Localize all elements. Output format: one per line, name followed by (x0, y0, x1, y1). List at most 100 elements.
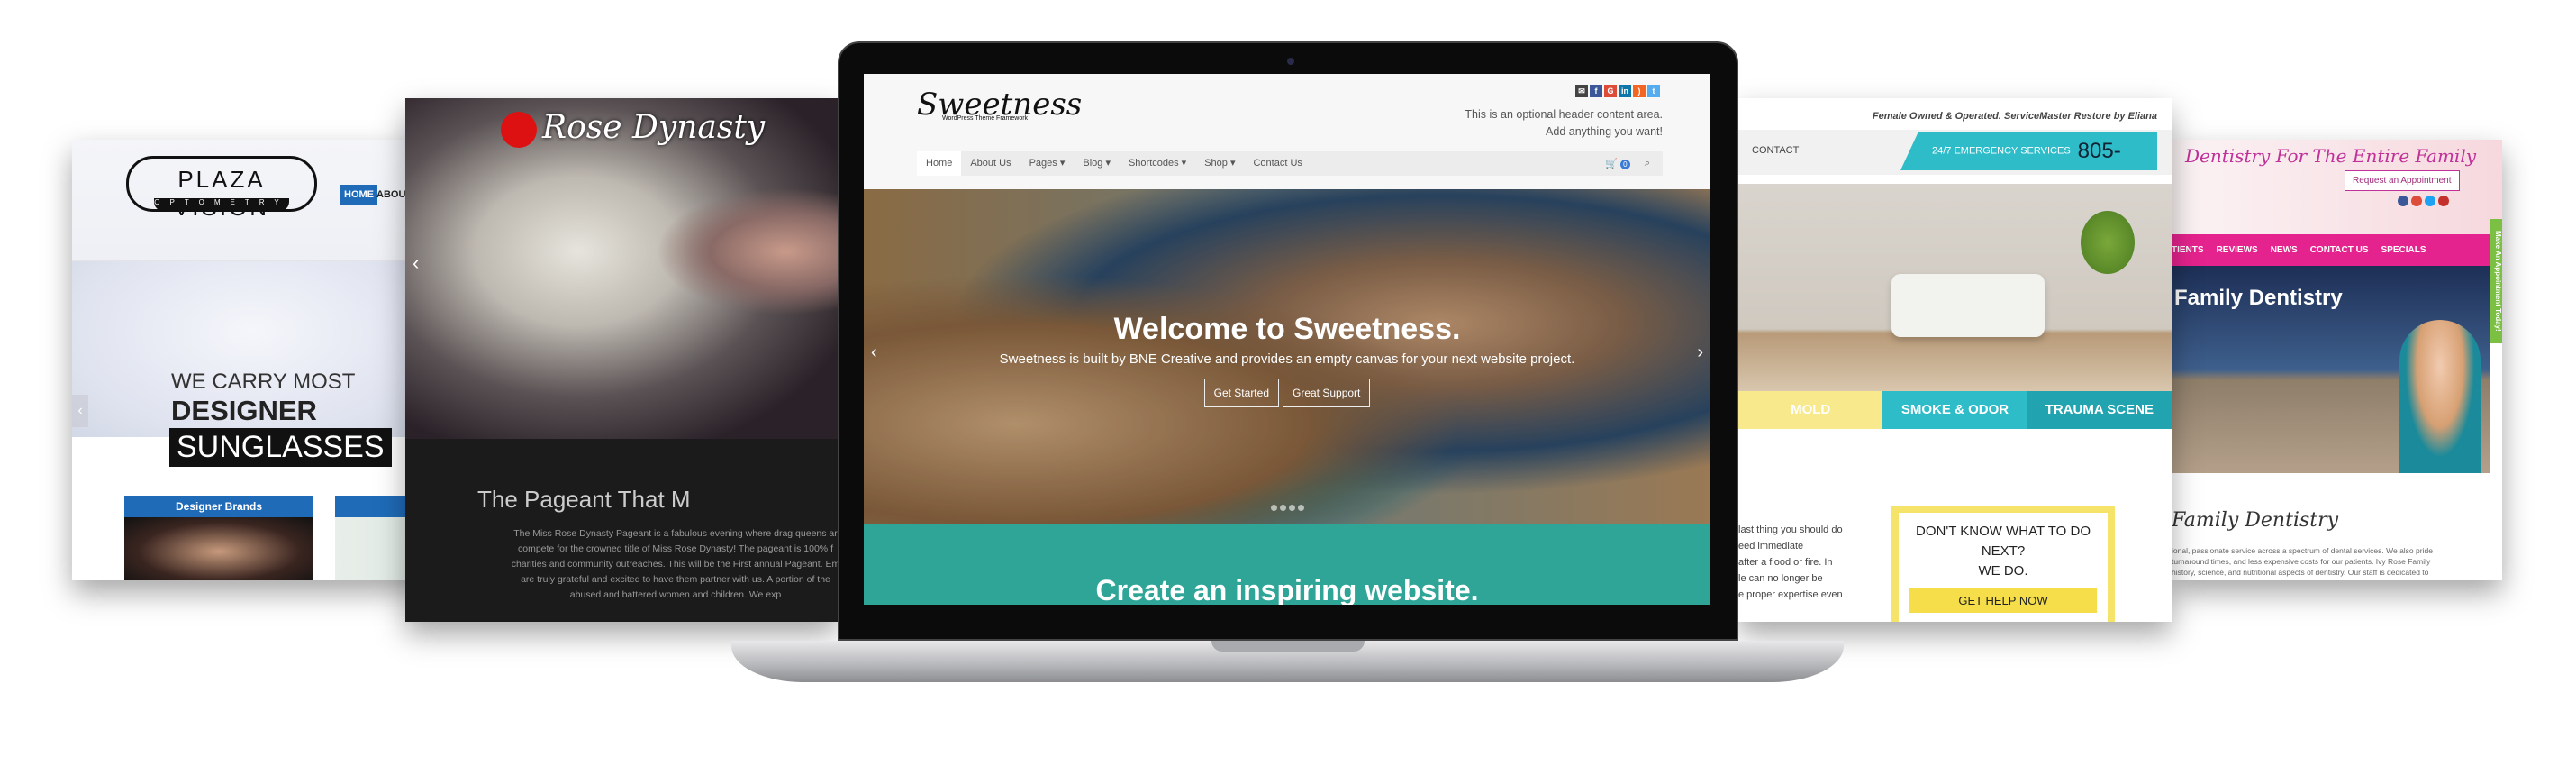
main-nav: Home About Us Pages ▾ Blog ▾ Shortcodes … (917, 151, 1663, 176)
facebook-icon[interactable] (2398, 196, 2408, 206)
dent-body: ional, passionate service across a spect… (2172, 546, 2433, 577)
hero-subtitle: Sweetness is built by BNE Creative and p… (999, 351, 1575, 367)
chevron-left-icon[interactable]: ‹ (72, 395, 88, 427)
laptop-frame: Sweetness WordPress Theme Framework ✉ f G… (838, 41, 1738, 641)
nav-blog[interactable]: Blog ▾ (1074, 151, 1120, 176)
great-support-button[interactable]: Great Support (1283, 378, 1371, 407)
dent-nav-specials[interactable]: SPECIALS (2381, 234, 2426, 266)
restore-cta-box: DON'T KNOW WHAT TO DO NEXT? WE DO. GET H… (1891, 506, 2115, 622)
sweetness-logo[interactable]: Sweetness WordPress Theme Framework (917, 87, 1082, 123)
search-icon[interactable]: ⌕ (1645, 158, 1650, 169)
restore-emergency-banner[interactable]: 24/7 EMERGENCY SERVICES805-591-8003 (1900, 132, 2157, 170)
dent-nav-contact[interactable]: CONTACT US (2310, 234, 2369, 266)
plaza-hero-line2: DESIGNER (171, 395, 317, 426)
restore-hero-photo (1738, 184, 2172, 391)
plaza-card-designer-brands[interactable]: Designer Brands (124, 496, 313, 580)
cart-count: 0 (1619, 160, 1630, 169)
restore-screenshot: Female Owned & Operated. ServiceMaster R… (1738, 98, 2172, 622)
plaza-hero-line1: WE CARRY MOST (171, 369, 356, 394)
plaza-hero-line3: SUNGLASSES (169, 428, 392, 467)
dent-header: Dentistry For The Entire Family Request … (2172, 140, 2502, 242)
laptop-notch (1211, 641, 1365, 652)
header-content: This is an optional header content area.… (1465, 106, 1663, 141)
cart-icon: 🛒 (1605, 159, 1618, 169)
make-appointment-tab[interactable]: Make An Appointment Today! (2490, 219, 2502, 343)
rose-body: The Miss Rose Dynasty Pageant is a fabul… (511, 528, 838, 600)
emergency-label: 24/7 EMERGENCY SERVICES (1932, 145, 2071, 157)
dent-hero: Family Dentistry (2172, 266, 2490, 473)
teal-section: Create an inspiring website. (864, 524, 1710, 605)
slider-dot[interactable] (1280, 505, 1286, 511)
plaza-logo[interactable]: PLAZA VISIONOPTOMETRY (126, 156, 317, 221)
laptop-base (731, 641, 1844, 682)
twitter-icon[interactable] (2425, 196, 2435, 206)
card-image (124, 517, 313, 580)
dent-hero-title: Family Dentistry (2174, 286, 2343, 310)
dent-script-title: Dentistry For The Entire Family (2185, 145, 2477, 167)
cta-title: DON'T KNOW WHAT TO DO NEXT? WE DO. (1916, 524, 2091, 579)
dent-nav-news[interactable]: NEWS (2271, 234, 2298, 266)
header-text-1: This is an optional header content area. (1465, 108, 1663, 121)
service-mold[interactable]: MOLD (1738, 391, 1883, 429)
rose-dynasty-screenshot: Rose Dynasty ‹ The Pageant That M The Mi… (405, 98, 838, 622)
twitter-icon[interactable]: t (1647, 85, 1660, 97)
hero-slider: ‹ › Welcome to Sweetness. Sweetness is b… (864, 189, 1710, 524)
dent-nav-reviews[interactable]: REVIEWS (2217, 234, 2258, 266)
header-text-2: Add anything you want! (1546, 125, 1663, 138)
nav-contact-us[interactable]: Contact Us (1244, 151, 1311, 176)
slider-dot[interactable] (1271, 505, 1277, 511)
plaza-logo-text: PLAZA VISION (174, 166, 267, 221)
dent-nav-patients[interactable]: TIENTS (2172, 234, 2204, 266)
plaza-nav-home[interactable]: HOME (340, 185, 377, 205)
facebook-icon[interactable]: f (1590, 85, 1602, 97)
plaza-header: PLAZA VISIONOPTOMETRY HOME ABOUT (72, 140, 432, 261)
slider-dot[interactable] (1289, 505, 1295, 511)
restore-body: last thing you should do eed immediate a… (1738, 524, 1843, 600)
dent-nav: TIENTS REVIEWS NEWS CONTACT US SPECIALS (2172, 234, 2490, 266)
rose-logo[interactable]: Rose Dynasty (495, 109, 765, 148)
plaza-hero: ‹ WE CARRY MOST DESIGNER SUNGLASSES (72, 261, 432, 467)
nav-pages[interactable]: Pages ▾ (1020, 151, 1075, 176)
plaza-vision-screenshot: PLAZA VISIONOPTOMETRY HOME ABOUT ‹ WE CA… (72, 140, 432, 580)
plaza-logo-sub: OPTOMETRY (154, 198, 289, 211)
get-started-button[interactable]: Get Started (1203, 378, 1279, 407)
nav-about-us[interactable]: About Us (961, 151, 1020, 176)
linkedin-icon[interactable]: in (1619, 85, 1631, 97)
hero-buttons: Get Started Great Support (864, 378, 1710, 407)
request-appointment-button[interactable]: Request an Appointment (2345, 170, 2460, 191)
youtube-icon[interactable] (2438, 196, 2449, 206)
envelope-icon[interactable]: ✉ (1575, 85, 1588, 97)
rose-icon (501, 112, 537, 148)
restore-nav-contact[interactable]: CONTACT (1752, 145, 1799, 156)
sweetness-screen: Sweetness WordPress Theme Framework ✉ f G… (864, 74, 1710, 605)
chevron-left-icon[interactable]: ‹ (413, 251, 419, 275)
rss-icon[interactable]: ) (1633, 85, 1646, 97)
slider-dots (1271, 505, 1304, 511)
nav-shop[interactable]: Shop ▾ (1195, 151, 1244, 176)
dent-social (2398, 196, 2449, 206)
slider-dot[interactable] (1298, 505, 1304, 511)
google-plus-icon[interactable]: G (1604, 85, 1617, 97)
plant-image (2081, 211, 2135, 274)
social-icons: ✉ f G in ) t (1575, 85, 1660, 97)
cart-button[interactable]: 🛒 0 (1605, 158, 1630, 169)
get-help-button[interactable]: GET HELP NOW (1909, 588, 2097, 613)
rose-heading: The Pageant That M (477, 486, 691, 513)
dent-heading: Family Dentistry (2172, 509, 2339, 532)
rose-logo-text: Rose Dynasty (542, 109, 766, 146)
card-title: Designer Brands (124, 496, 313, 517)
nav-home[interactable]: Home (917, 151, 962, 176)
dentistry-screenshot: Dentistry For The Entire Family Request … (2172, 140, 2502, 580)
camera-icon (1287, 58, 1294, 65)
dentist-photo (2399, 320, 2481, 473)
hero-title: Welcome to Sweetness. (1113, 312, 1461, 346)
restore-tagline: Female Owned & Operated. ServiceMaster R… (1872, 111, 2157, 122)
service-trauma-scene[interactable]: TRAUMA SCENE (2027, 391, 2172, 429)
sofa-image (1891, 274, 2045, 337)
restore-services: MOLD SMOKE & ODOR TRAUMA SCENE (1738, 391, 2172, 429)
nav-shortcodes[interactable]: Shortcodes ▾ (1120, 151, 1195, 176)
rose-hero-photo: Rose Dynasty ‹ (405, 98, 838, 439)
service-smoke-odor[interactable]: SMOKE & ODOR (1882, 391, 2027, 429)
teal-heading: Create an inspiring website. (1095, 574, 1479, 605)
google-icon[interactable] (2411, 196, 2422, 206)
